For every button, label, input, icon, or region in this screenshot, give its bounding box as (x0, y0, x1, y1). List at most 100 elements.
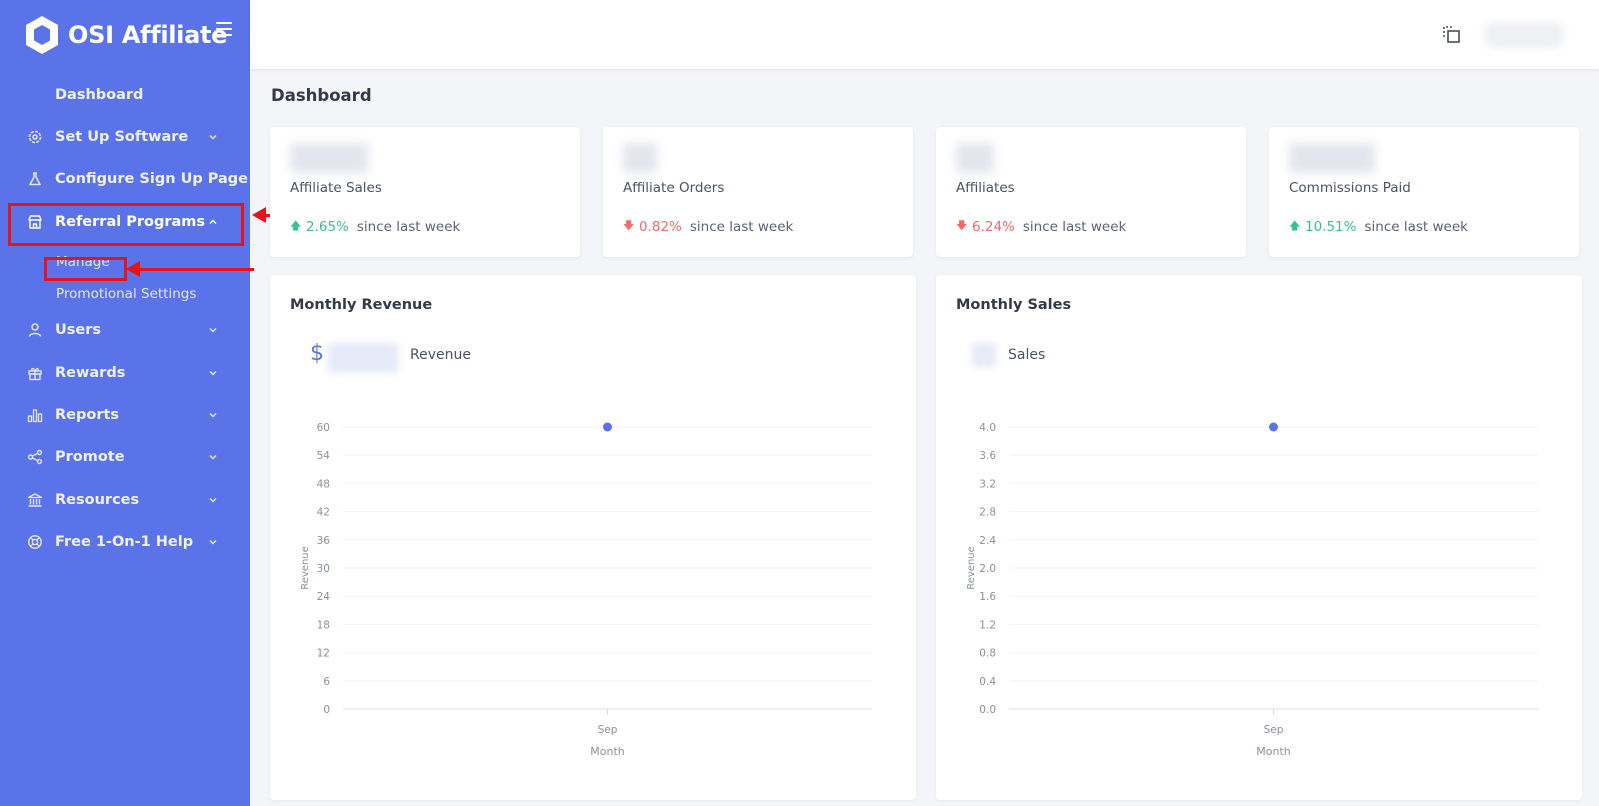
brand[interactable]: OSI Affiliate (0, 0, 250, 70)
y-tick-label: 42 (317, 507, 330, 519)
topbar (250, 0, 1599, 69)
arrow-up-icon: 🡅 (290, 219, 302, 232)
chevron-down-icon (209, 454, 217, 460)
chevron-down-icon (209, 327, 217, 333)
y-tick-label: 3.2 (979, 478, 996, 490)
flask-icon (27, 171, 43, 187)
sidebar-item-configure-sign-up-page[interactable]: Configure Sign Up Page (0, 161, 250, 197)
stat-label: Affiliate Sales (290, 180, 382, 196)
sidebar-item-label: Users (55, 322, 102, 338)
fullscreen-icon[interactable] (1442, 25, 1462, 45)
y-tick-label: 60 (317, 422, 330, 434)
stat-value-redacted (956, 143, 994, 173)
sidebar-item-promote[interactable]: Promote (0, 439, 250, 475)
data-point (603, 422, 612, 432)
bar-chart-icon (27, 407, 43, 423)
chevron-down-icon (209, 497, 217, 503)
stat-card-commissions-paid: Commissions Paid 🡅 10.51% since last wee… (1269, 127, 1579, 257)
stat-label: Affiliates (956, 180, 1015, 196)
stat-card-affiliate-sales: Affiliate Sales 🡅 2.65% since last week (270, 127, 580, 257)
y-tick-label: 24 (317, 591, 331, 603)
sidebar-item-label: Dashboard (55, 87, 144, 103)
chart-card-monthly-sales: Monthly Sales Sales 0.0 0.4 0.8 1.2 1.6 2.0 2.… (936, 275, 1582, 800)
chevron-down-icon (209, 412, 217, 418)
stat-change: 🡅 2.65% since last week (290, 217, 460, 236)
y-tick-label: 36 (317, 535, 331, 547)
sidebar-item-label: Free 1-On-1 Help (55, 534, 194, 550)
sidebar-item-referral-programs[interactable]: Referral Programs (0, 204, 250, 240)
share-icon (27, 449, 43, 465)
x-axis-label: Month (590, 745, 625, 758)
chevron-down-icon (209, 134, 217, 140)
arrow-down-icon: 🡇 (623, 219, 635, 232)
stat-card-affiliates: Affiliates 🡇 6.24% since last week (936, 127, 1246, 257)
y-tick-label: 48 (317, 478, 330, 490)
sidebar-item-label: Reports (55, 407, 120, 423)
sidebar-item-label: Set Up Software (55, 129, 189, 145)
y-tick-label: 2.4 (979, 535, 996, 547)
stat-label: Affiliate Orders (623, 180, 725, 196)
y-tick-label: 0.8 (979, 648, 996, 660)
stat-value-redacted (1289, 143, 1375, 173)
sidebar-item-dashboard[interactable]: Dashboard (0, 77, 250, 113)
y-tick-label: 18 (317, 619, 330, 631)
arrow-down-icon: 🡇 (956, 219, 968, 232)
chart-card-monthly-revenue: Monthly Revenue $ Revenue 0 6 12 18 24 30 36 42… (270, 275, 916, 800)
stat-change-percent: 0.82% (639, 218, 682, 235)
y-tick-label: 0.4 (979, 676, 996, 688)
gift-icon (27, 365, 43, 381)
chevron-down-icon (209, 370, 217, 376)
chevron-up-icon (209, 219, 217, 225)
hexagon-logo-icon (26, 16, 58, 54)
store-icon (27, 214, 43, 230)
y-tick-label: 54 (317, 450, 331, 462)
sidebar-item-label: Resources (55, 492, 140, 508)
sidebar-item-free-help[interactable]: Free 1-On-1 Help (0, 524, 250, 560)
sidebar-item-rewards[interactable]: Rewards (0, 355, 250, 391)
x-tick-label: Sep (1264, 724, 1284, 736)
stat-change: 🡇 6.24% since last week (956, 217, 1126, 236)
y-tick-label: 0.0 (979, 704, 996, 716)
stat-card-affiliate-orders: Affiliate Orders 🡇 0.82% since last week (603, 127, 913, 257)
user-menu[interactable] (1484, 22, 1564, 48)
sidebar-item-label: Promote (55, 449, 125, 465)
arrow-up-icon: 🡅 (1289, 219, 1301, 232)
stat-label: Commissions Paid (1289, 180, 1411, 196)
stat-change-since: since last week (1364, 218, 1468, 235)
sidebar-item-reports[interactable]: Reports (0, 397, 250, 433)
gear-icon (27, 129, 43, 145)
sidebar-subitem-promotional-settings[interactable]: Promotional Settings (56, 286, 196, 302)
menu-toggle-icon[interactable] (216, 22, 232, 36)
y-tick-label: 1.2 (979, 619, 996, 631)
stat-change-since: since last week (689, 218, 794, 235)
page-title: Dashboard (271, 86, 372, 105)
sidebar-item-label: Configure Sign Up Page (55, 171, 249, 187)
x-axis-label: Month (1256, 745, 1291, 758)
sidebar-item-label: Referral Programs (55, 214, 206, 230)
y-tick-label: 2.8 (979, 507, 996, 519)
revenue-chart: 0 6 12 18 24 30 36 42 48 54 60 Sep Month Revenue (300, 422, 872, 758)
sidebar-item-set-up-software[interactable]: Set Up Software (0, 119, 250, 155)
stat-value-redacted (290, 143, 368, 173)
lifebuoy-icon (27, 534, 43, 550)
sidebar-subitem-manage[interactable]: Manage (56, 254, 110, 270)
y-tick-label: 0 (323, 704, 330, 716)
sidebar-item-resources[interactable]: Resources (0, 482, 250, 518)
stat-change-since: since last week (1022, 218, 1127, 235)
x-tick-label: Sep (598, 724, 618, 736)
y-tick-label: 4.0 (979, 422, 996, 434)
sidebar: OSI Affiliate Dashboard Set Up Software … (0, 0, 250, 806)
stat-change-percent: 6.24% (972, 218, 1015, 235)
y-tick-label: 1.6 (979, 591, 996, 603)
data-point (1269, 422, 1278, 432)
sidebar-item-users[interactable]: Users (0, 312, 250, 348)
y-tick-label: 3.6 (979, 450, 996, 462)
stat-change: 🡇 0.82% since last week (623, 217, 793, 236)
y-tick-label: 2.0 (979, 563, 996, 575)
y-axis-label: Revenue (300, 546, 311, 590)
bank-icon (27, 492, 43, 508)
sales-chart: 0.0 0.4 0.8 1.2 1.6 2.0 2.4 2.8 3.2 3.6 4.0 Sep Mont… (966, 422, 1538, 758)
chevron-down-icon (209, 539, 217, 545)
stat-change-percent: 10.51% (1305, 218, 1357, 235)
user-icon (27, 322, 43, 338)
